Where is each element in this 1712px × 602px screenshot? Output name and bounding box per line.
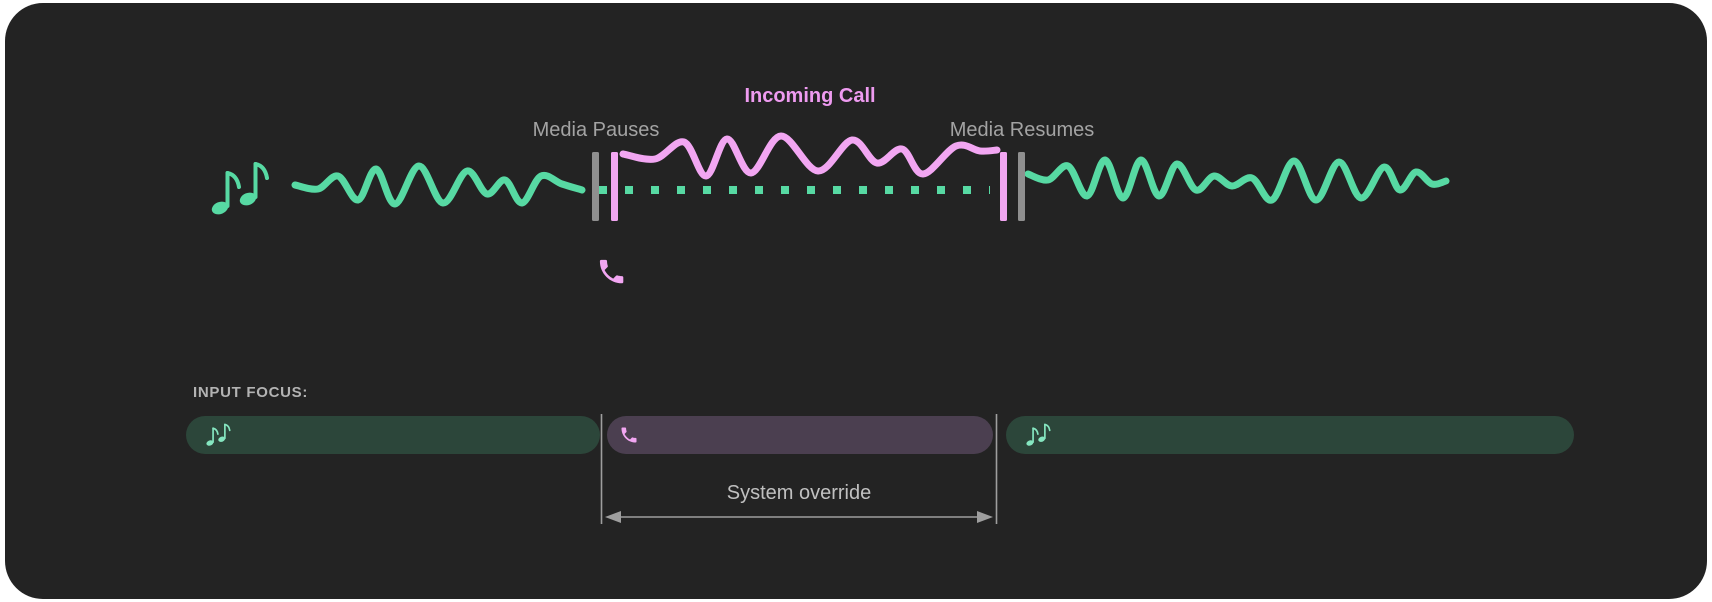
override-arrow-left-head (605, 511, 621, 523)
pause-marker-pink (611, 152, 618, 221)
focus-bar-media-before (186, 416, 600, 454)
resume-marker-pink (1000, 152, 1007, 221)
incoming-call-label: Incoming Call (744, 84, 875, 108)
call-wave (623, 136, 997, 176)
override-arrow-right-head (977, 511, 993, 523)
focus-bar-call-override (607, 416, 993, 454)
phone-icon (600, 260, 623, 283)
input-focus-heading: INPUT FOCUS: (193, 384, 308, 402)
focus-bar-media-after (1006, 416, 1574, 454)
media-resumes-label: Media Resumes (950, 118, 1095, 142)
system-override-label: System override (727, 481, 872, 505)
resume-marker-gray (1018, 152, 1025, 221)
media-wave-before (295, 166, 582, 204)
music-notes-icon (210, 164, 267, 217)
phone-icon (619, 425, 639, 445)
music-notes-icon (1024, 423, 1051, 447)
diagram-frame: Media Pauses Incoming Call Media Resumes… (0, 0, 1712, 602)
music-notes-icon (204, 423, 231, 447)
media-wave-after (1028, 160, 1446, 200)
pause-marker-gray (592, 152, 599, 221)
media-pauses-label: Media Pauses (533, 118, 660, 142)
